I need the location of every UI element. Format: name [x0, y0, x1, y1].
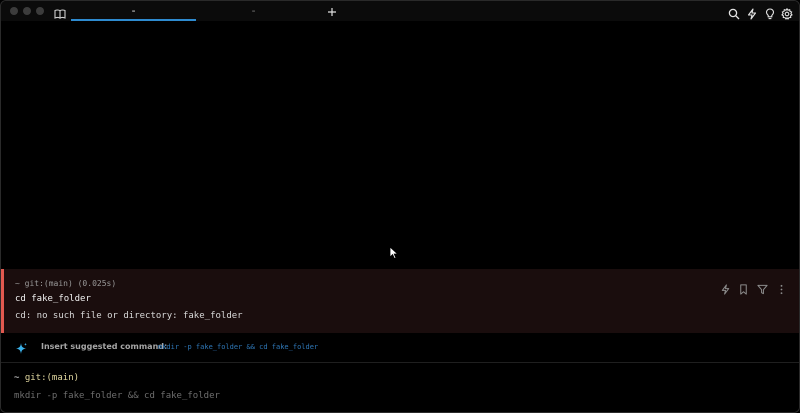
terminal-window: - - ~ git:(main) (0.025s) cd fake_folder… — [0, 0, 800, 413]
suggestion-bar[interactable]: Insert suggested command: mkdir -p fake_… — [1, 333, 799, 363]
minimize-window-button[interactable] — [23, 7, 31, 15]
bolt-icon[interactable] — [746, 5, 758, 20]
more-icon[interactable] — [776, 280, 787, 295]
tab-1[interactable]: - — [71, 1, 196, 21]
add-tab-icon[interactable] — [325, 4, 339, 18]
sparkle-icon — [14, 341, 28, 355]
maximize-window-button[interactable] — [36, 7, 44, 15]
prompt-git-branch: git:(main) — [24, 373, 80, 383]
close-window-button[interactable] — [10, 7, 18, 15]
tab-2-label: - — [250, 4, 257, 17]
command-input[interactable] — [14, 390, 714, 402]
suggestion-label: Insert suggested command: — [41, 342, 168, 351]
terminal-output-area[interactable] — [1, 21, 799, 269]
lightbulb-icon[interactable] — [764, 5, 776, 20]
gear-icon[interactable] — [781, 5, 793, 20]
tab-1-label: - — [130, 4, 137, 17]
block-command: cd fake_folder — [15, 294, 91, 304]
filter-icon[interactable] — [757, 280, 768, 295]
search-icon[interactable] — [728, 5, 740, 20]
command-block-error[interactable]: ~ git:(main) (0.025s) cd fake_folder cd:… — [1, 269, 799, 333]
book-icon[interactable] — [54, 5, 66, 19]
input-area[interactable]: ~ git:(main) — [1, 363, 799, 412]
bookmark-icon[interactable] — [738, 280, 749, 295]
tab-2[interactable]: - — [191, 1, 316, 21]
input-prompt: ~ git:(main) — [14, 373, 79, 383]
title-bar: - - — [1, 1, 799, 21]
suggested-command[interactable]: mkdir -p fake_folder && cd fake_folder — [158, 343, 318, 351]
block-prompt: ~ git:(main) (0.025s) — [15, 279, 117, 288]
bolt-icon[interactable] — [720, 280, 731, 295]
block-output: cd: no such file or directory: fake_fold… — [15, 311, 243, 321]
mouse-pointer-icon — [389, 245, 399, 260]
prompt-dir: ~ — [14, 373, 25, 383]
